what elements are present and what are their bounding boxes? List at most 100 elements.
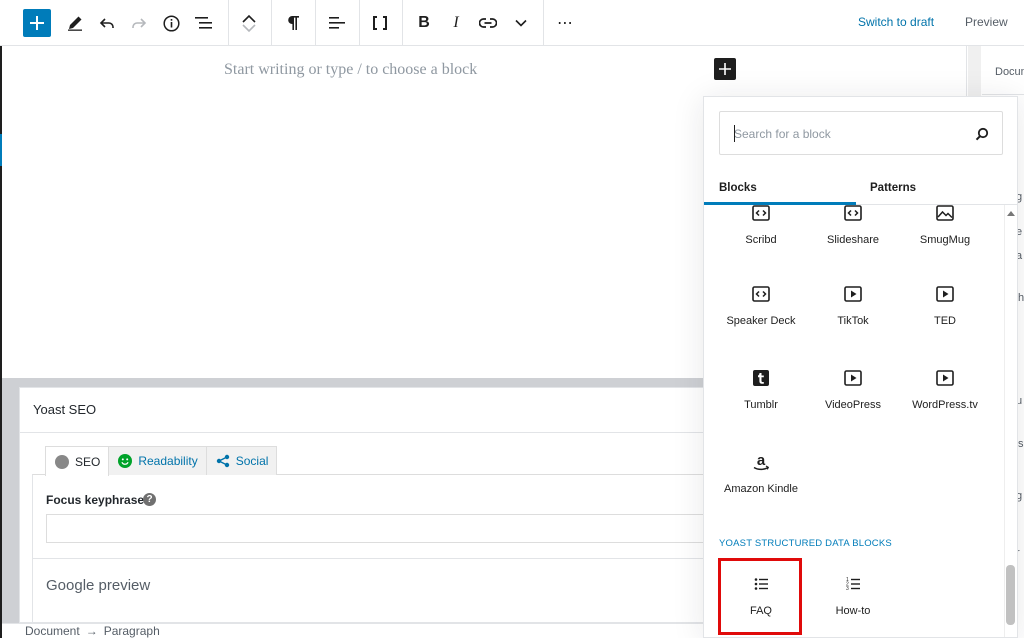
pencil-icon xyxy=(68,16,82,31)
video-icon xyxy=(844,370,862,386)
more-options-button[interactable]: ⋯ xyxy=(553,0,577,46)
tools-button[interactable] xyxy=(63,0,87,46)
block-item-label: SmugMug xyxy=(919,234,971,246)
sidebar-fragment: s xyxy=(1018,438,1024,450)
block-selection-indicator xyxy=(0,134,2,166)
video-icon xyxy=(936,370,954,386)
block-item-label: Scribd xyxy=(745,234,777,246)
yoast-meta-box-title[interactable]: Yoast SEO xyxy=(33,402,96,417)
breadcrumb-paragraph[interactable]: Paragraph xyxy=(104,624,160,638)
block-item-label: Speaker Deck xyxy=(726,315,796,327)
breadcrumb-document[interactable]: Document xyxy=(25,624,80,638)
yoast-tab-label: Social xyxy=(235,454,269,468)
yoast-tabs: SEO Readability Social xyxy=(45,446,278,476)
block-inserter-popover: Blocks Patterns Scribd Slideshare SmugMu… xyxy=(703,96,1018,638)
block-item-smugmug[interactable]: SmugMug xyxy=(899,203,991,246)
google-preview-heading[interactable]: Google preview xyxy=(46,577,150,594)
scrollbar-thumb[interactable] xyxy=(1006,565,1015,625)
text-cursor xyxy=(734,125,735,142)
help-icon[interactable]: ? xyxy=(143,493,156,506)
toolbar-divider xyxy=(402,0,403,46)
video-icon xyxy=(844,286,862,302)
focus-keyphrase-label: Focus keyphrase xyxy=(46,493,145,507)
block-item-tumblr[interactable]: Tumblr xyxy=(715,368,807,411)
block-item-label: VideoPress xyxy=(824,399,882,411)
meta-box-divider xyxy=(20,432,708,433)
yoast-tab-social[interactable]: Social xyxy=(205,446,278,475)
block-item-label: Amazon Kindle xyxy=(724,483,798,495)
amazon-icon: a xyxy=(753,452,770,471)
code-button[interactable] xyxy=(368,0,392,46)
block-item-wordpress-tv[interactable]: WordPress.tv xyxy=(899,368,991,411)
redo-icon xyxy=(132,18,147,28)
sidebar-fragment: h xyxy=(1018,292,1024,304)
sidebar-divider xyxy=(982,94,1024,95)
link-button[interactable] xyxy=(476,0,500,46)
switch-to-draft-button[interactable]: Switch to draft xyxy=(858,15,934,29)
redo-button[interactable] xyxy=(127,0,151,46)
undo-button[interactable] xyxy=(95,0,119,46)
pilcrow-icon xyxy=(288,16,299,30)
link-icon xyxy=(479,18,497,28)
block-search-input[interactable] xyxy=(734,124,954,144)
details-button[interactable] xyxy=(159,0,183,46)
list-view-button[interactable] xyxy=(191,0,217,46)
inline-inserter-button[interactable] xyxy=(714,58,736,80)
inserter-tabs: Blocks Patterns xyxy=(704,171,1017,205)
tumblr-icon xyxy=(753,370,769,386)
bold-button[interactable]: B xyxy=(412,0,436,46)
scroll-up-arrow-icon[interactable] xyxy=(1007,211,1015,216)
block-search-field[interactable] xyxy=(719,111,1003,155)
paragraph-transform-button[interactable] xyxy=(281,0,305,46)
block-item-speaker-deck[interactable]: Speaker Deck xyxy=(715,284,807,327)
preview-button[interactable]: Preview xyxy=(965,15,1008,29)
tab-blocks[interactable]: Blocks xyxy=(719,171,757,205)
yoast-tab-label: SEO xyxy=(75,454,101,469)
undo-icon xyxy=(99,18,114,28)
move-up-button[interactable] xyxy=(237,0,261,23)
search-icon[interactable] xyxy=(975,127,989,141)
block-item-label: TikTok xyxy=(837,315,869,327)
focus-keyphrase-input[interactable] xyxy=(46,514,708,543)
italic-button[interactable]: I xyxy=(444,0,468,46)
svg-text:a: a xyxy=(757,452,766,469)
embed-icon xyxy=(752,286,770,302)
block-item-scribd[interactable]: Scribd xyxy=(715,203,807,246)
plus-icon xyxy=(719,63,731,75)
image-icon xyxy=(936,205,954,221)
block-item-tiktok[interactable]: TikTok xyxy=(807,284,899,327)
block-item-amazon-kindle[interactable]: a Amazon Kindle xyxy=(715,452,807,495)
block-item-how-to[interactable]: 123 How-to xyxy=(807,574,899,617)
block-item-videopress[interactable]: VideoPress xyxy=(807,368,899,411)
section-title-yoast: YOAST STRUCTURED DATA BLOCKS xyxy=(719,538,892,549)
smiley-icon xyxy=(118,454,133,468)
block-item-label: How-to xyxy=(835,605,871,617)
yoast-tab-readability[interactable]: Readability xyxy=(108,446,207,475)
toolbar-divider xyxy=(228,0,229,46)
brackets-icon xyxy=(373,16,387,30)
block-item-ted[interactable]: TED xyxy=(899,284,991,327)
block-item-slideshare[interactable]: Slideshare xyxy=(807,203,899,246)
ordered-list-icon: 123 xyxy=(846,577,860,592)
align-left-icon xyxy=(329,17,345,29)
more-rich-text-button[interactable] xyxy=(509,0,533,46)
align-button[interactable] xyxy=(325,0,349,46)
tab-patterns[interactable]: Patterns xyxy=(870,171,916,205)
block-item-label: Tumblr xyxy=(744,399,778,411)
share-icon xyxy=(216,454,229,468)
video-icon xyxy=(936,286,954,302)
block-item-label: Slideshare xyxy=(827,234,879,246)
block-placeholder[interactable]: Start writing or type / to choose a bloc… xyxy=(224,61,477,79)
toolbar-divider xyxy=(271,0,272,46)
yoast-tab-seo[interactable]: SEO xyxy=(45,446,110,476)
info-icon xyxy=(162,14,180,32)
toolbar-divider xyxy=(359,0,360,46)
sidebar-tab-document[interactable]: Docum xyxy=(995,66,1024,78)
toolbar-divider xyxy=(315,0,316,46)
editor-toolbar: B I ⋯ Switch to draft Preview xyxy=(0,0,1024,46)
add-block-button[interactable] xyxy=(23,9,51,37)
svg-text:3: 3 xyxy=(846,586,849,592)
yoast-tab-label: Readability xyxy=(138,454,198,468)
move-down-button[interactable] xyxy=(237,23,261,46)
chevron-down-icon xyxy=(515,19,527,27)
